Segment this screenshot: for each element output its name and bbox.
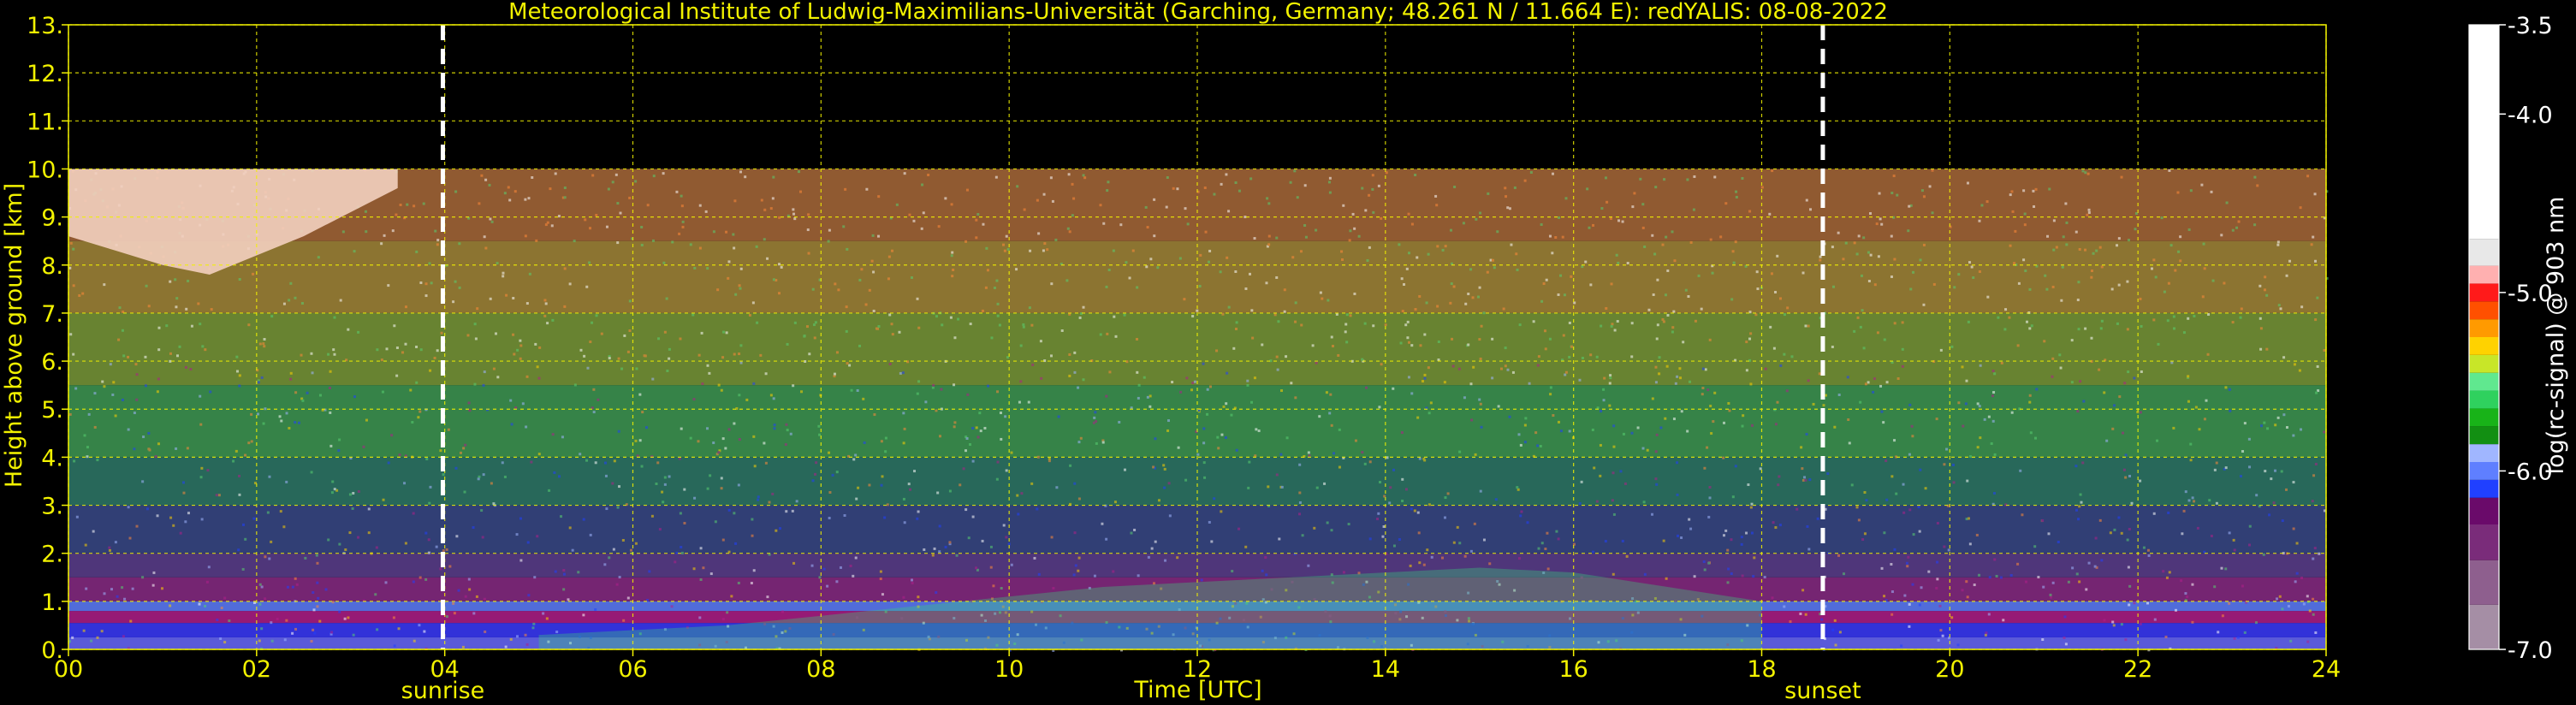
colorbar-band: [2469, 497, 2499, 524]
sunrise-label: sunrise: [401, 678, 485, 704]
colorbar-band: [2469, 25, 2499, 240]
x-tick-label: 08: [806, 656, 835, 683]
colorbar-band: [2469, 265, 2499, 284]
x-tick-label: 20: [1935, 656, 1964, 683]
y-tick-label: 6.: [41, 349, 63, 376]
y-tick-label: 10.: [27, 157, 63, 183]
colorbar-band: [2469, 390, 2499, 409]
sunset-label: sunset: [1784, 678, 1861, 704]
y-tick-label: 7.: [41, 301, 63, 328]
x-tick-label: 14: [1371, 656, 1400, 683]
colorbar-band: [2469, 604, 2499, 649]
y-tick-label: 5.: [41, 397, 63, 424]
colorbar: [2468, 24, 2500, 650]
y-tick-label: 11.: [27, 109, 63, 135]
x-tick-label: 24: [2312, 656, 2341, 683]
y-tick-label: 8.: [41, 253, 63, 280]
colorbar-band: [2469, 408, 2499, 427]
colorbar-band: [2469, 462, 2499, 480]
colorbar-tick-label: -4.0: [2508, 102, 2553, 128]
y-tick-label: 13.: [27, 13, 63, 39]
heatmap-area: [68, 169, 2329, 652]
x-tick-label: 16: [1558, 656, 1588, 683]
x-tick-label: 06: [618, 656, 647, 683]
y-tick-label: 4.: [41, 445, 63, 471]
colorbar-band: [2469, 524, 2499, 560]
x-tick-label: 10: [994, 656, 1024, 683]
chart-title: Meteorological Institute of Ludwig-Maxim…: [508, 0, 1888, 25]
colorbar-band: [2469, 479, 2499, 498]
colorbar-label: log(rc-signal) @ 903 nm: [2543, 197, 2569, 475]
colorbar-band: [2469, 283, 2499, 302]
colorbar-band: [2469, 354, 2499, 373]
x-tick-label: 18: [1747, 656, 1776, 683]
y-tick-label: 2.: [41, 542, 63, 568]
colorbar-tick-label: -7.0: [2508, 637, 2553, 664]
colorbar-band: [2469, 301, 2499, 320]
y-tick-label: 1.: [41, 589, 63, 616]
colorbar-band: [2469, 319, 2499, 337]
y-tick-label: 12.: [27, 61, 63, 87]
colorbar-band: [2469, 444, 2499, 462]
colorbar-tick-label: -3.5: [2508, 13, 2553, 39]
x-tick-label: 22: [2123, 656, 2152, 683]
colorbar-band: [2469, 337, 2499, 355]
colorbar-band: [2469, 426, 2499, 445]
x-tick-label: 02: [242, 656, 271, 683]
y-tick-label: 3.: [41, 494, 63, 520]
x-axis-label: Time [UTC]: [1133, 677, 1261, 703]
y-tick-label: 0.: [41, 637, 63, 664]
colorbar-band: [2469, 239, 2499, 266]
backscatter-heatmap-chart: Meteorological Institute of Ludwig-Maxim…: [0, 0, 2576, 705]
colorbar-band: [2469, 560, 2499, 605]
y-axis-label: Height above ground [km]: [1, 183, 27, 488]
colorbar-band: [2469, 372, 2499, 391]
y-tick-label: 9.: [41, 205, 63, 232]
